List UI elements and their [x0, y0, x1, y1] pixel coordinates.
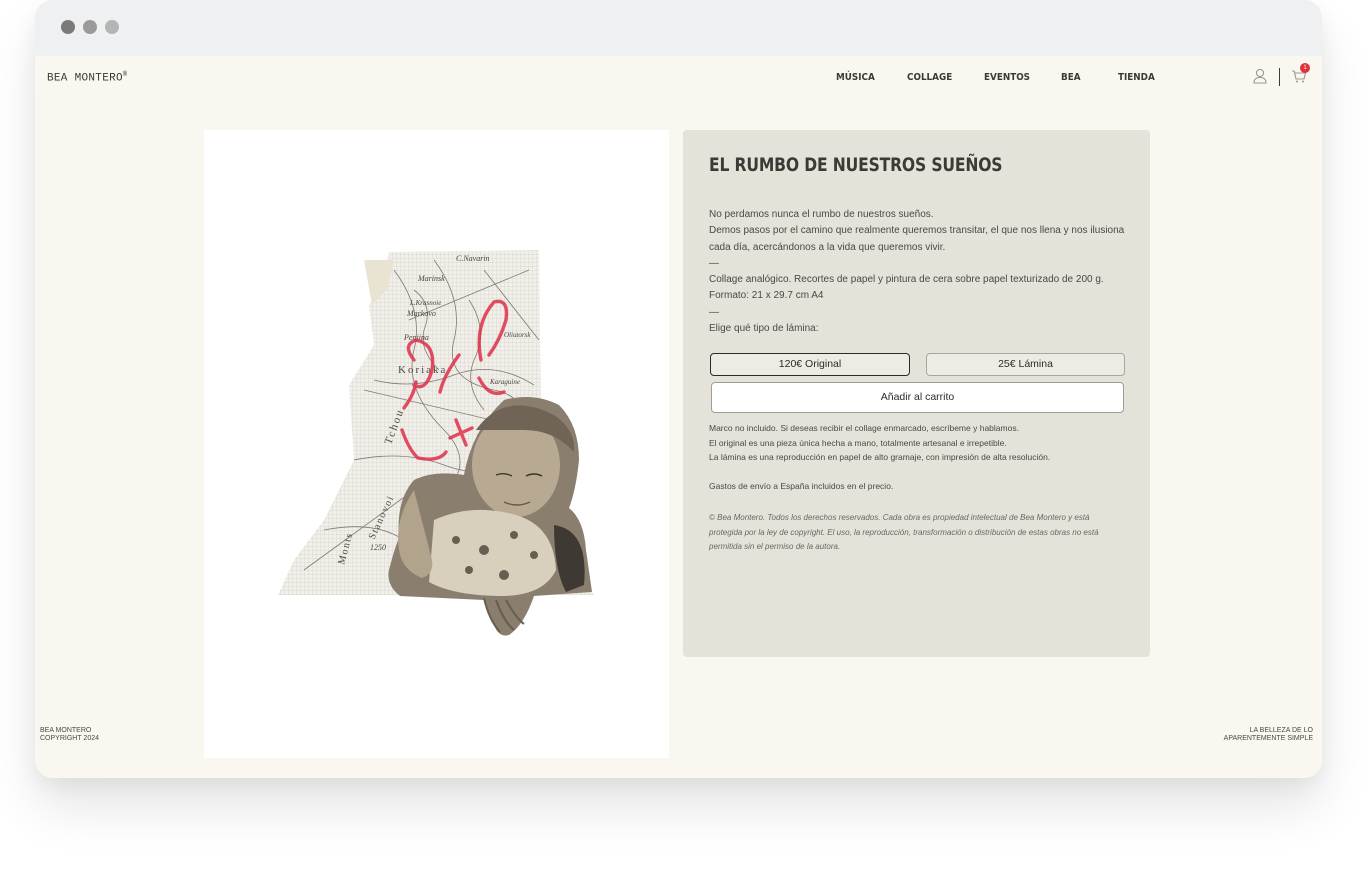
map-label: Koriaka: [398, 364, 447, 376]
cart-count-badge: 1: [1300, 63, 1310, 73]
copyright-notice: © Bea Montero. Todos los derechos reserv…: [709, 513, 1099, 551]
map-label: Marinsk: [417, 274, 445, 283]
map-label: 1250: [370, 543, 386, 552]
map-label: Karaguine: [489, 378, 520, 386]
product-title: EL RUMBO DE NUESTROS SUEÑOS: [709, 154, 1003, 176]
close-dot[interactable]: [61, 20, 75, 34]
logo-text: BEA MONTERO: [47, 72, 123, 85]
option-lamina-button[interactable]: 25€ Lámina: [926, 353, 1125, 376]
nav-tienda[interactable]: TIENDA: [1118, 72, 1155, 83]
browser-chrome: [35, 0, 1322, 56]
footer-brand: BEA MONTERO: [40, 727, 92, 734]
description-line: —: [709, 306, 719, 318]
map-label: Oliutorsk: [504, 331, 531, 339]
page: BEA MONTERO® MÚSICA COLLAGE EVENTOS BEA …: [35, 56, 1322, 778]
user-icon[interactable]: [1253, 68, 1267, 84]
footer-tagline-line2: APARENTEMENTE SIMPLE: [1223, 735, 1313, 742]
add-to-cart-button[interactable]: Añadir al carrito: [711, 382, 1124, 413]
description-line: No perdamos nunca el rumbo de nuestros s…: [709, 209, 934, 220]
description-line: Demos pasos por el camino que realmente …: [709, 225, 1125, 253]
note-line: El original es una pieza única hecha a m…: [709, 437, 1007, 448]
product-info-panel: EL RUMBO DE NUESTROS SUEÑOS No perdamos …: [683, 130, 1150, 657]
map-label: L.Krasnoie: [409, 299, 441, 307]
header-divider: [1279, 68, 1280, 86]
note-line: La lámina es una reproducción en papel d…: [709, 452, 1051, 462]
product-image: C.Navarin Marinsk L.Krasnoie Markovo Pen…: [204, 130, 669, 758]
map-label: C.Navarin: [456, 254, 490, 263]
minimize-dot[interactable]: [83, 20, 97, 34]
option-original-button[interactable]: 120€ Original: [710, 353, 910, 376]
nav-collage[interactable]: COLLAGE: [907, 72, 952, 83]
collage-artwork: C.Navarin Marinsk L.Krasnoie Markovo Pen…: [278, 250, 594, 636]
note-line: Marco no incluido. Si deseas recibir el …: [709, 423, 1019, 433]
product-notes: Marco no incluido. Si deseas recibir el …: [709, 421, 1129, 465]
description-line: Elige qué tipo de lámina:: [709, 323, 819, 335]
registered-mark: ®: [122, 71, 128, 79]
map-label: Markovo: [406, 309, 436, 318]
footer-tagline-line1: LA BELLEZA DE LO: [1249, 727, 1313, 734]
description-line: Collage analógico. Recortes de papel y p…: [709, 274, 1104, 286]
footer-copyright: COPYRIGHT 2024: [40, 735, 100, 742]
nav-musica[interactable]: MÚSICA: [836, 72, 875, 83]
description-line: Formato: 21 x 29.7 cm A4: [709, 290, 824, 302]
browser-window: BEA MONTERO® MÚSICA COLLAGE EVENTOS BEA …: [35, 0, 1322, 778]
nav-bea[interactable]: BEA: [1061, 72, 1081, 83]
footer-right: LA BELLEZA DE LO APARENTEMENTE SIMPLE: [1224, 727, 1313, 743]
maximize-dot[interactable]: [105, 20, 119, 34]
footer-left: BEA MONTERO COPYRIGHT 2024: [40, 727, 99, 743]
site-logo[interactable]: BEA MONTERO®: [47, 71, 127, 85]
product-description: No perdamos nunca el rumbo de nuestros s…: [709, 207, 1129, 337]
nav-eventos[interactable]: EVENTOS: [984, 72, 1030, 83]
shipping-note: Gastos de envío a España incluidos en el…: [709, 481, 894, 491]
description-line: —: [709, 257, 719, 269]
